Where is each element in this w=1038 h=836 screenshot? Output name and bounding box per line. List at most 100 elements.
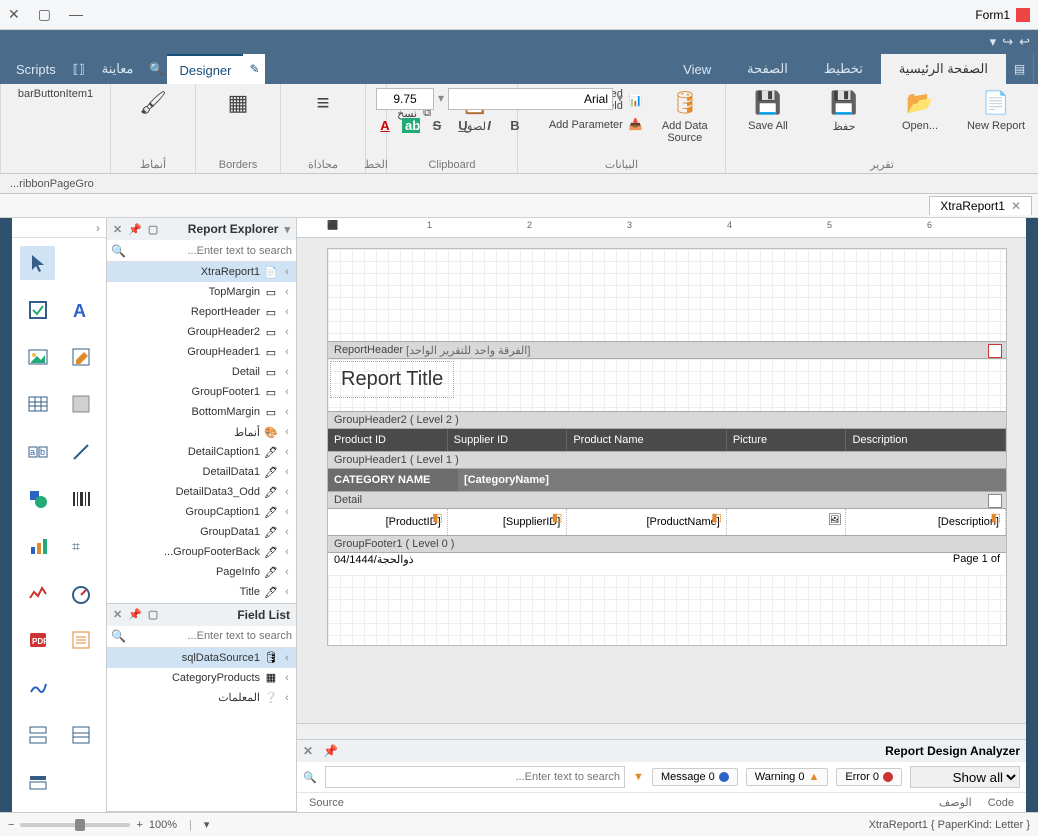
analyzer-col-code[interactable]: Code — [988, 797, 1014, 809]
open-button[interactable]: 📂...Open — [888, 88, 952, 132]
charactercomb-tool[interactable]: ab — [20, 435, 55, 469]
report-page[interactable]: ReportHeader [الفرقة واحد للتقرير الواحد… — [327, 248, 1007, 646]
explorer-item[interactable]: ...GroupFooterBack🖊‹ — [107, 542, 296, 562]
explorer-item[interactable]: ReportHeader▭‹ — [107, 302, 296, 322]
tab-designer[interactable]: Designer — [167, 54, 243, 84]
panel-close-icon[interactable]: ✕ — [113, 223, 122, 236]
explorer-search-input[interactable] — [126, 245, 292, 257]
detail-cell[interactable]: 🖼 — [727, 509, 847, 535]
font-size-stepper-icon[interactable]: ▾ — [438, 88, 444, 110]
backcolor-button[interactable]: ab — [402, 118, 420, 133]
gauge-tool[interactable] — [63, 576, 98, 610]
add-parameter-button[interactable]: 📥Add Parameter — [549, 118, 643, 131]
explorer-item[interactable]: GroupHeader2▭‹ — [107, 322, 296, 342]
table-tool[interactable] — [20, 387, 55, 421]
warning-filter[interactable]: Warning 0▲ — [746, 768, 829, 786]
zipcode-tool[interactable]: ⌗ — [63, 529, 98, 563]
groupfooter1-band-label[interactable]: GroupFooter1 ( Level 0 ) — [328, 535, 1006, 553]
panel-pin-icon[interactable]: 📌 — [128, 608, 142, 621]
explorer-item[interactable]: TopMargin▭‹ — [107, 282, 296, 302]
explorer-item[interactable]: GroupCaption1🖊‹ — [107, 502, 296, 522]
column-header[interactable]: Supplier ID — [448, 429, 568, 451]
detail-cell[interactable]: ◧[ProductName] — [567, 509, 727, 535]
reportheader-band[interactable]: Report Title — [328, 359, 1006, 411]
explorer-item[interactable]: Title🖊‹ — [107, 582, 296, 602]
subreport-tool[interactable] — [20, 765, 55, 799]
showall-select[interactable]: Show all — [910, 766, 1020, 788]
chart-tool[interactable] — [20, 529, 55, 563]
checkbox-tool[interactable] — [20, 293, 55, 327]
zoom-dropdown-icon[interactable]: ▾ — [204, 818, 210, 831]
barbuttonitem1[interactable]: barButtonItem1 — [18, 88, 93, 100]
underline-button[interactable]: U — [454, 118, 472, 133]
richtext-tool[interactable] — [63, 340, 98, 374]
detail-cell[interactable]: ◧[Description] — [846, 509, 1006, 535]
pdfsignature-tool[interactable] — [20, 670, 55, 704]
analyzer-pin-icon[interactable]: 📌 — [323, 744, 338, 758]
save-all-button[interactable]: 💾Save All — [736, 88, 800, 132]
left-rail[interactable] — [0, 218, 12, 812]
analyzer-search-input[interactable] — [330, 771, 620, 783]
panel-tool[interactable] — [63, 387, 98, 421]
title-label[interactable]: Report Title — [330, 361, 454, 398]
tab-preview[interactable]: معاينة — [90, 54, 146, 84]
panel-menu-icon[interactable]: ▾ — [284, 223, 290, 236]
bottommargin-band[interactable] — [328, 575, 1006, 645]
document-tab-xtrareport1[interactable]: ✕ XtraReport1 — [929, 196, 1032, 215]
font-family-input[interactable] — [448, 88, 613, 110]
ribbon-overflow-label[interactable]: ...ribbonPageGro — [10, 178, 94, 190]
topmargin-band[interactable] — [328, 249, 1006, 341]
font-family-dropdown-icon[interactable]: ▾ — [617, 88, 623, 110]
error-filter[interactable]: Error 0 — [836, 768, 902, 786]
tab-layout[interactable]: تخطيط — [806, 54, 881, 84]
crossband-tool[interactable] — [63, 718, 98, 752]
explorer-item[interactable]: GroupHeader1▭‹ — [107, 342, 296, 362]
smart-tag-icon[interactable] — [988, 494, 1002, 508]
detail-cell[interactable]: ◧[SupplierID] — [448, 509, 568, 535]
zoom-in-button[interactable]: + — [136, 819, 142, 831]
pageinfo-date[interactable]: ذوالحجة/04/1444 — [328, 553, 448, 575]
groupheader1-band-label[interactable]: GroupHeader1 ( Level 1 ) — [328, 451, 1006, 469]
report-canvas[interactable]: ReportHeader [الفرقة واحد للتقرير الواحد… — [297, 238, 1026, 723]
analyzer-close-icon[interactable]: ✕ — [303, 744, 313, 758]
panel-max-icon[interactable]: ▢ — [148, 608, 158, 621]
explorer-item[interactable]: GroupData1🖊‹ — [107, 522, 296, 542]
smart-tag-icon[interactable] — [988, 344, 1002, 358]
qat-dropdown-icon[interactable]: ▾ — [990, 34, 997, 50]
detail-band[interactable]: ◧[ProductID]◧[SupplierID]◧[ProductName]🖼… — [328, 509, 1006, 535]
styles-button[interactable]: 🖌 — [121, 88, 185, 118]
zoom-out-button[interactable]: − — [8, 819, 14, 831]
italic-button[interactable]: I — [480, 118, 498, 133]
panel-close-icon[interactable]: ✕ — [113, 608, 122, 621]
tab-main[interactable]: الصفحة الرئيسية — [881, 54, 1006, 84]
column-header[interactable]: Product Name — [567, 429, 727, 451]
app-menu-icon[interactable]: ▤ — [1006, 54, 1034, 84]
qat-redo-icon[interactable]: ↪ — [1002, 34, 1013, 50]
reportheader-band-label[interactable]: ReportHeader [الفرقة واحد للتقرير الواحد… — [328, 341, 1006, 359]
analyzer-col-source[interactable]: Source — [309, 797, 344, 809]
explorer-item[interactable]: DetailData3_Odd🖊‹ — [107, 482, 296, 502]
horizontal-scrollbar[interactable] — [297, 723, 1026, 739]
borders-button[interactable]: ▦ — [206, 88, 270, 118]
explorer-tree[interactable]: XtraReport1📄‹TopMargin▭‹ReportHeader▭‹Gr… — [107, 262, 296, 603]
column-header[interactable]: Picture — [727, 429, 847, 451]
explorer-item[interactable]: GroupFooter1▭‹ — [107, 382, 296, 402]
explorer-item[interactable]: DetailCaption1🖊‹ — [107, 442, 296, 462]
label-tool[interactable]: A — [63, 293, 98, 327]
add-datasource-button[interactable]: 🛢Add Data Source — [655, 88, 715, 144]
explorer-item[interactable]: XtraReport1📄‹ — [107, 262, 296, 282]
groupheader2-band-label[interactable]: GroupHeader2 ( Level 2 ) — [328, 411, 1006, 429]
panel-max-icon[interactable]: ▢ — [148, 223, 158, 236]
panel-pin-icon[interactable]: 📌 — [128, 223, 142, 236]
category-name-caption[interactable]: CATEGORY NAME — [328, 469, 458, 491]
align-button[interactable]: ≡ — [291, 88, 355, 118]
picturebox-tool[interactable] — [20, 340, 55, 374]
groupheader1-band[interactable]: CATEGORY NAME [CategoryName] — [328, 469, 1006, 491]
filter-icon[interactable]: ▼ — [633, 771, 644, 783]
groupheader2-band[interactable]: Product IDSupplier IDProduct NamePicture… — [328, 429, 1006, 451]
fieldlist-item[interactable]: CategoryProducts▦‹ — [107, 668, 296, 688]
message-filter[interactable]: Message 0 — [652, 768, 738, 786]
fieldlist-tree[interactable]: sqlDataSource1🛢‹CategoryProducts▦‹المعلم… — [107, 648, 296, 811]
column-header[interactable]: Product ID — [328, 429, 448, 451]
tab-view[interactable]: View — [665, 54, 729, 84]
